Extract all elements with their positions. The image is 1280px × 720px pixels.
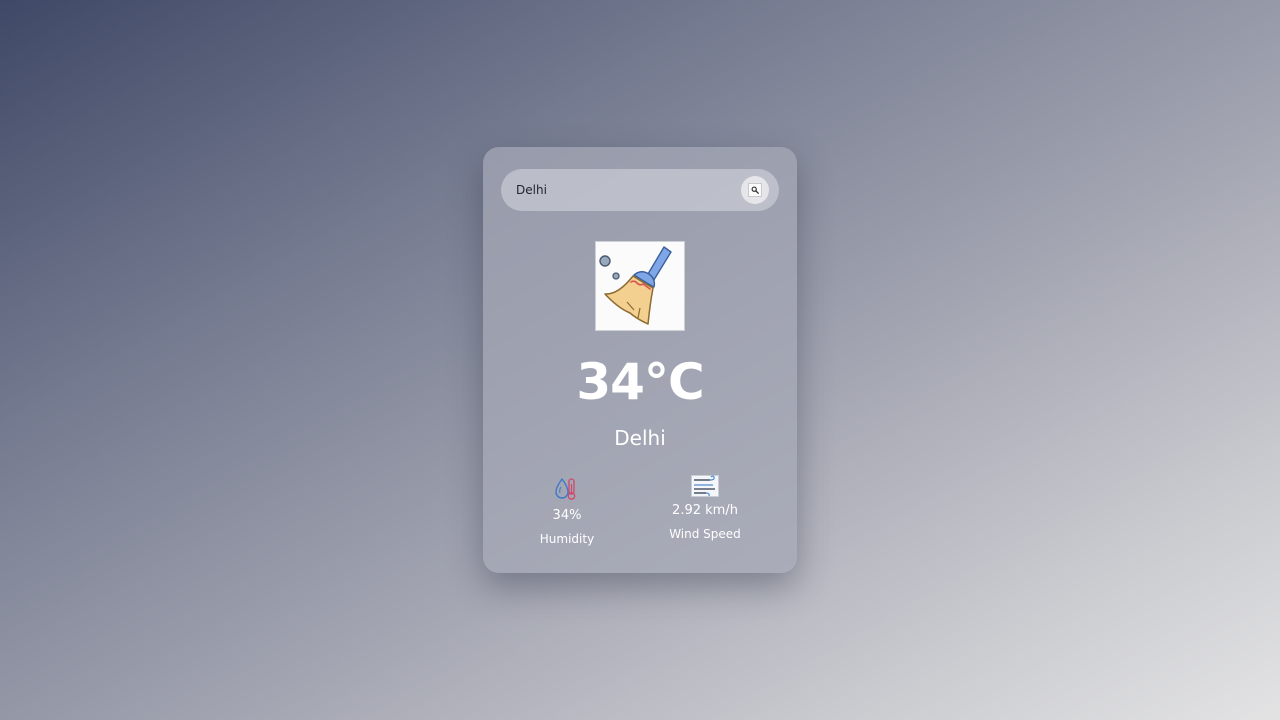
wind-speed-label: Wind Speed xyxy=(669,527,741,541)
search-icon xyxy=(748,183,762,197)
humidity-value: 34% xyxy=(552,508,582,523)
humidity-label: Humidity xyxy=(539,532,595,546)
search-bar xyxy=(501,169,779,211)
weather-card: 34°C Delhi 34% Humidity xyxy=(483,147,797,573)
search-button[interactable] xyxy=(741,176,769,204)
temperature: 34°C xyxy=(576,353,704,411)
humidity-icon xyxy=(529,477,605,501)
city-name: Delhi xyxy=(614,426,666,450)
wind-speed-value: 2.92 km/h xyxy=(672,503,738,518)
broom-icon xyxy=(595,241,685,331)
humidity-panel: 34% Humidity xyxy=(529,477,605,547)
wind-icon xyxy=(659,475,751,497)
search-input[interactable] xyxy=(516,169,736,211)
wind-panel: 2.92 km/h Wind Speed xyxy=(659,475,751,542)
